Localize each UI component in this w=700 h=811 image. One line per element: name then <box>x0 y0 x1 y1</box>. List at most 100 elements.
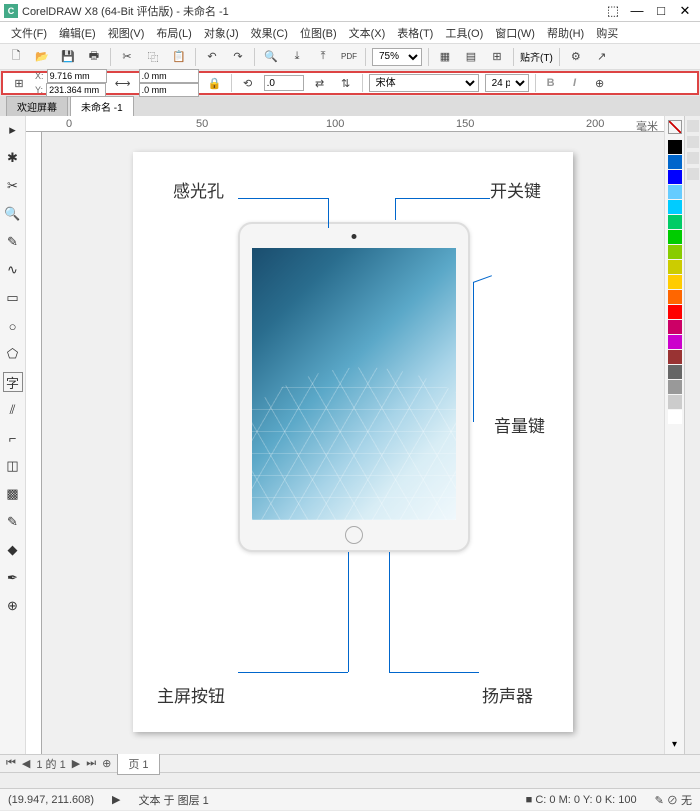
import-icon[interactable]: ⤓ <box>287 47 307 67</box>
page-prev-icon[interactable]: ◀ <box>22 757 30 770</box>
docker-icon[interactable] <box>687 168 699 180</box>
menu-text[interactable]: 文本(X) <box>344 23 391 43</box>
print-icon[interactable]: 🖶 <box>84 47 104 67</box>
fill-tool-icon[interactable]: ◆ <box>3 540 23 560</box>
crop-tool-icon[interactable]: ✂ <box>3 176 23 196</box>
y-input[interactable] <box>46 83 106 97</box>
pin-icon[interactable]: ⬚ <box>602 2 624 20</box>
fontsize-select[interactable]: 24 pt <box>485 74 529 92</box>
new-icon[interactable]: 🗋 <box>6 47 26 67</box>
effects-tool-icon[interactable]: ◫ <box>3 456 23 476</box>
docker-icon[interactable] <box>687 136 699 148</box>
lock-icon[interactable]: 🔒 <box>205 73 225 93</box>
tab-welcome[interactable]: 欢迎屏幕 <box>6 96 68 116</box>
save-icon[interactable]: 💾 <box>58 47 78 67</box>
page-first-icon[interactable]: ⏮ <box>6 757 16 770</box>
color-swatch[interactable] <box>668 350 682 364</box>
mirror-v-icon[interactable]: ⇅ <box>336 73 356 93</box>
zoom-tool-icon[interactable]: 🔍 <box>3 204 23 224</box>
menu-bitmap[interactable]: 位图(B) <box>295 23 342 43</box>
menu-window[interactable]: 窗口(W) <box>490 23 540 43</box>
artistic-tool-icon[interactable]: ∿ <box>3 260 23 280</box>
maximize-button[interactable]: □ <box>650 2 672 20</box>
connector-tool-icon[interactable]: ⌐ <box>3 428 23 448</box>
pick-tool-icon[interactable]: ▸ <box>3 120 23 140</box>
italic-button[interactable]: I <box>566 74 584 92</box>
parallel-tool-icon[interactable]: ⫽ <box>3 400 23 420</box>
copy-icon[interactable]: ⿻ <box>143 47 163 67</box>
add-tool-icon[interactable]: ⊕ <box>3 596 23 616</box>
open-icon[interactable]: 📂 <box>32 47 52 67</box>
font-select[interactable]: 宋体 <box>369 74 479 92</box>
color-swatch[interactable] <box>668 200 682 214</box>
docker-icon[interactable] <box>687 152 699 164</box>
minimize-button[interactable]: — <box>626 2 648 20</box>
no-color-swatch[interactable] <box>668 120 682 134</box>
color-swatch[interactable] <box>668 395 682 409</box>
menu-effects[interactable]: 效果(C) <box>246 23 293 43</box>
shape-tool-icon[interactable]: ✱ <box>3 148 23 168</box>
polygon-tool-icon[interactable]: ⬠ <box>3 344 23 364</box>
options-icon[interactable]: ⚙ <box>566 47 586 67</box>
ellipse-tool-icon[interactable]: ○ <box>3 316 23 336</box>
palette-scroll-icon[interactable]: ▾ <box>668 735 681 754</box>
page-tab[interactable]: 页 1 <box>117 753 159 775</box>
color-swatch[interactable] <box>668 185 682 199</box>
color-swatch[interactable] <box>668 155 682 169</box>
add-icon[interactable]: ⊕ <box>590 73 610 93</box>
menu-object[interactable]: 对象(J) <box>199 23 244 43</box>
menu-view[interactable]: 视图(V) <box>103 23 150 43</box>
w-input[interactable] <box>139 69 199 83</box>
redo-icon[interactable]: ↷ <box>228 47 248 67</box>
close-button[interactable]: ✕ <box>674 2 696 20</box>
menu-table[interactable]: 表格(T) <box>392 23 438 43</box>
eyedropper-tool-icon[interactable]: ✎ <box>3 512 23 532</box>
cut-icon[interactable]: ✂ <box>117 47 137 67</box>
docker-icon[interactable] <box>687 120 699 132</box>
nav-icon[interactable]: ▶ <box>112 793 120 806</box>
bold-button[interactable]: B <box>542 74 560 92</box>
menu-buy[interactable]: 购买 <box>591 23 623 43</box>
rectangle-tool-icon[interactable]: ▭ <box>3 288 23 308</box>
color-swatch[interactable] <box>668 260 682 274</box>
snap-label[interactable]: 贴齐(T) <box>520 49 553 64</box>
grid-icon[interactable]: ▤ <box>461 47 481 67</box>
h-input[interactable] <box>139 83 199 97</box>
color-swatch[interactable] <box>668 335 682 349</box>
canvas[interactable]: 感光孔 开关键 音量键 主屏按钮 扬声器 <box>42 132 664 754</box>
menu-tools[interactable]: 工具(O) <box>440 23 488 43</box>
zoom-select[interactable]: 75% <box>372 48 422 66</box>
menu-edit[interactable]: 编辑(E) <box>54 23 101 43</box>
page-last-icon[interactable]: ⏭ <box>86 757 96 770</box>
outline-tool-icon[interactable]: ✒ <box>3 568 23 588</box>
undo-icon[interactable]: ↶ <box>202 47 222 67</box>
color-swatch[interactable] <box>668 170 682 184</box>
freehand-tool-icon[interactable]: ✎ <box>3 232 23 252</box>
color-swatch[interactable] <box>668 245 682 259</box>
search-icon[interactable]: 🔍 <box>261 47 281 67</box>
color-swatch[interactable] <box>668 320 682 334</box>
color-swatch[interactable] <box>668 230 682 244</box>
color-swatch[interactable] <box>668 275 682 289</box>
mirror-h-icon[interactable]: ⇄ <box>310 73 330 93</box>
color-swatch[interactable] <box>668 215 682 229</box>
color-swatch[interactable] <box>668 380 682 394</box>
rotation-input[interactable] <box>264 75 304 91</box>
menu-help[interactable]: 帮助(H) <box>542 23 589 43</box>
pdf-icon[interactable]: PDF <box>339 47 359 67</box>
guides-icon[interactable]: ⊞ <box>487 47 507 67</box>
page-next-icon[interactable]: ▶ <box>72 757 80 770</box>
transparency-tool-icon[interactable]: ▩ <box>3 484 23 504</box>
page-add-icon[interactable]: ⊕ <box>102 757 111 770</box>
x-input[interactable] <box>47 69 107 83</box>
color-swatch[interactable] <box>668 290 682 304</box>
launch-icon[interactable]: ↗ <box>592 47 612 67</box>
hscrollbar[interactable] <box>0 772 700 788</box>
fullscreen-icon[interactable]: ▦ <box>435 47 455 67</box>
color-swatch[interactable] <box>668 305 682 319</box>
tab-document[interactable]: 未命名 -1 <box>70 96 134 116</box>
export-icon[interactable]: ⤒ <box>313 47 333 67</box>
color-swatch[interactable] <box>668 410 682 424</box>
text-tool-icon[interactable]: 字 <box>3 372 23 392</box>
menu-file[interactable]: 文件(F) <box>6 23 52 43</box>
